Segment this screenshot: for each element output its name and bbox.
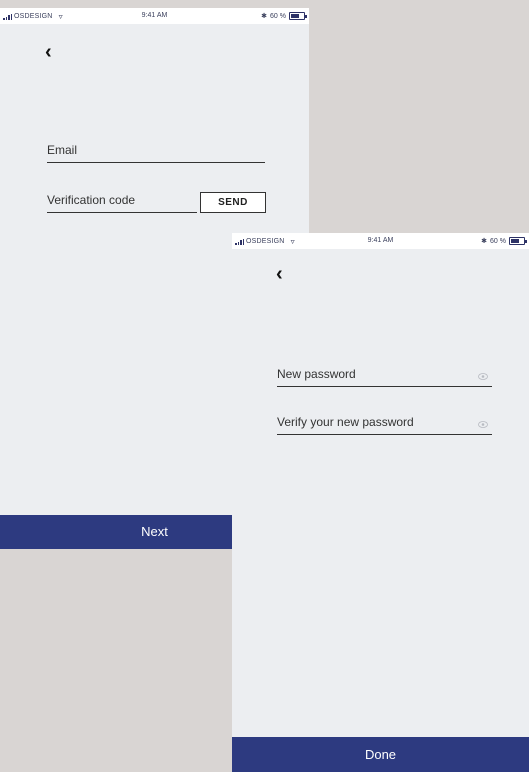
- battery-icon: [509, 237, 527, 245]
- new-password-field[interactable]: New password: [277, 360, 492, 387]
- status-bar: OSDESIGN ▿ 9:41 AM ✱ 60 %: [232, 233, 529, 249]
- email-field[interactable]: Email: [47, 138, 265, 163]
- eye-icon[interactable]: [478, 421, 488, 428]
- battery-icon: [289, 12, 307, 20]
- verification-code-field[interactable]: Verification code: [47, 188, 197, 213]
- status-bar: OSDESIGN ▿ 9:41 AM ✱ 60 %: [0, 8, 309, 24]
- send-code-button[interactable]: SEND: [200, 192, 266, 213]
- new-password-placeholder: New password: [277, 367, 356, 381]
- battery-percent: 60 %: [490, 237, 506, 245]
- battery-percent: 60 %: [270, 12, 286, 20]
- back-button[interactable]: ‹: [45, 42, 52, 62]
- eye-icon[interactable]: [478, 373, 488, 380]
- new-password-screen: OSDESIGN ▿ 9:41 AM ✱ 60 % ‹ New password…: [232, 233, 529, 772]
- email-placeholder: Email: [47, 143, 78, 157]
- verification-code-placeholder: Verification code: [47, 193, 136, 207]
- chevron-left-icon: ‹: [276, 263, 283, 285]
- done-button[interactable]: Done: [232, 737, 529, 772]
- verify-password-placeholder: Verify your new password: [277, 415, 414, 429]
- verify-password-field[interactable]: Verify your new password: [277, 408, 492, 435]
- back-button[interactable]: ‹: [276, 264, 283, 284]
- bluetooth-icon: ✱: [261, 13, 268, 20]
- bluetooth-icon: ✱: [481, 238, 488, 245]
- chevron-left-icon: ‹: [45, 41, 52, 63]
